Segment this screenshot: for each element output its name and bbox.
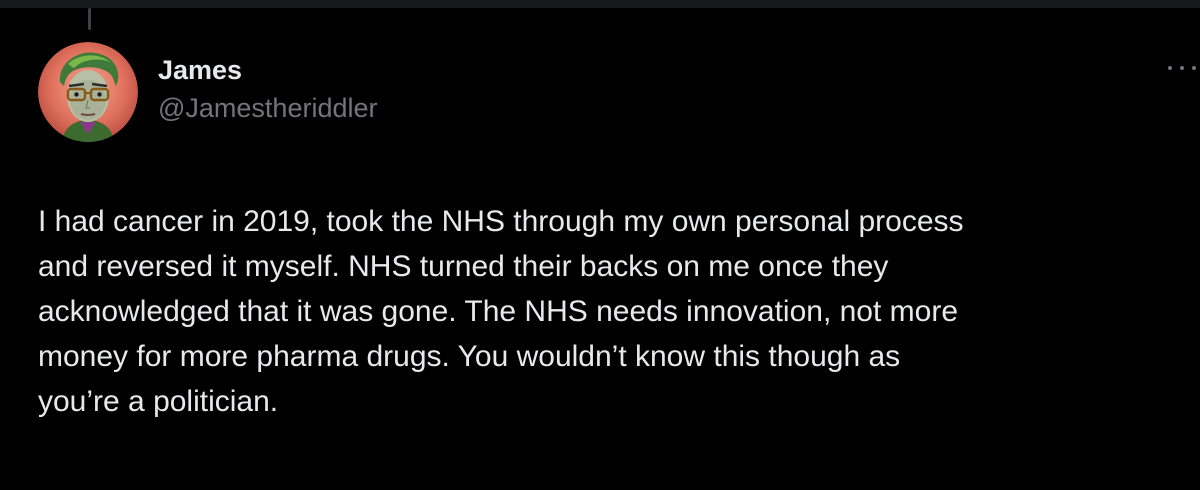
more-horizontal-icon <box>1168 66 1172 70</box>
tweet-text: I had cancer in 2019, took the NHS throu… <box>38 199 1178 424</box>
author-display-name[interactable]: James <box>158 54 242 86</box>
more-dot <box>1192 66 1196 70</box>
more-options-button[interactable] <box>1168 58 1196 78</box>
tweet-text-line: and reversed it myself. NHS turned their… <box>38 250 889 283</box>
tweet-text-line: I had cancer in 2019, took the NHS throu… <box>38 205 964 238</box>
profile-avatar-icon <box>38 42 138 142</box>
thread-connector-line <box>88 8 91 30</box>
author-handle[interactable]: @Jamestheriddler <box>158 92 378 124</box>
previous-tweet-edge <box>0 0 1200 8</box>
tweet-text-line: acknowledged that it was gone. The NHS n… <box>38 295 959 328</box>
more-dot <box>1180 66 1184 70</box>
tweet-text-line: money for more pharma drugs. You wouldn’… <box>38 340 901 373</box>
avatar[interactable] <box>38 42 138 142</box>
tweet-text-line: you’re a politician. <box>38 385 279 418</box>
tweet-card[interactable]: James @Jamestheriddler I had cancer in 2… <box>0 0 1200 490</box>
